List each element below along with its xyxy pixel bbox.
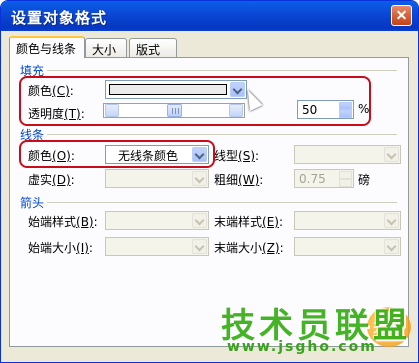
dash-dropdown[interactable] — [105, 169, 209, 188]
end-style-label: 末端样式(E): — [214, 215, 284, 229]
weight-text: 粗细 — [214, 173, 239, 187]
line-style-text: 线型 — [214, 149, 239, 163]
chevron-down-icon[interactable] — [384, 147, 399, 162]
title-bar[interactable]: 设置对象格式 — [1, 1, 418, 31]
end-size-label: 末端大小(Z): — [214, 241, 284, 255]
weight-key: (W) — [238, 173, 260, 187]
begin-style-key: (B) — [76, 215, 94, 229]
weight-value: 0.75 — [299, 172, 326, 186]
end-style-key: (E) — [262, 215, 279, 229]
spin-up-icon[interactable] — [339, 171, 352, 179]
begin-style-dropdown[interactable] — [105, 211, 209, 230]
begin-style-text: 始端样式 — [28, 215, 77, 229]
spin-down-icon[interactable] — [339, 179, 352, 187]
tab-size[interactable]: 大小 — [85, 38, 127, 57]
fill-divider — [47, 70, 397, 71]
begin-style-label: 始端样式(B): — [28, 215, 98, 229]
dialog-window: 设置对象格式 颜色与线条 大小 版式 填充 颜色(C): 透明度(T): 50 … — [0, 0, 419, 363]
chevron-down-icon[interactable] — [384, 239, 399, 254]
begin-size-label: 始端大小(I): — [28, 241, 93, 255]
fill-highlight-box — [19, 76, 371, 126]
close-button[interactable] — [391, 5, 412, 26]
end-size-dropdown[interactable] — [294, 237, 401, 256]
chevron-down-icon[interactable] — [192, 239, 207, 254]
arrows-divider — [47, 202, 397, 203]
weight-unit: 磅 — [358, 173, 371, 187]
end-size-key: (Z) — [262, 241, 280, 255]
dash-key: (D) — [52, 173, 71, 187]
line-divider — [47, 134, 397, 135]
end-size-text: 末端大小 — [214, 241, 263, 255]
chevron-down-icon[interactable] — [192, 171, 207, 186]
line-style-dropdown[interactable] — [294, 145, 401, 164]
end-style-dropdown[interactable] — [294, 211, 401, 230]
dash-text: 虚实 — [28, 173, 53, 187]
tab-color-and-lines[interactable]: 颜色与线条 — [9, 36, 85, 58]
dash-label: 虚实(D): — [28, 173, 75, 187]
tab-layout[interactable]: 版式 — [129, 38, 177, 57]
tab-label: 大小 — [92, 43, 117, 57]
weight-label: 粗细(W): — [214, 173, 264, 187]
watermark-url: www.jsgho.com — [227, 339, 377, 355]
window-title: 设置对象格式 — [11, 9, 108, 27]
line-style-key: (S) — [238, 149, 255, 163]
begin-size-text: 始端大小 — [28, 241, 77, 255]
chevron-down-icon[interactable] — [192, 213, 207, 228]
begin-size-dropdown[interactable] — [105, 237, 209, 256]
tab-label: 版式 — [136, 43, 161, 57]
tab-label: 颜色与线条 — [16, 42, 77, 56]
arrows-section-title: 箭头 — [20, 196, 45, 210]
line-color-highlight-box — [19, 140, 215, 168]
begin-size-key: (I) — [76, 241, 89, 255]
end-style-text: 末端样式 — [214, 215, 263, 229]
weight-spinbox[interactable]: 0.75 — [294, 169, 354, 188]
line-style-label: 线型(S): — [214, 149, 260, 163]
chevron-down-icon[interactable] — [384, 213, 399, 228]
